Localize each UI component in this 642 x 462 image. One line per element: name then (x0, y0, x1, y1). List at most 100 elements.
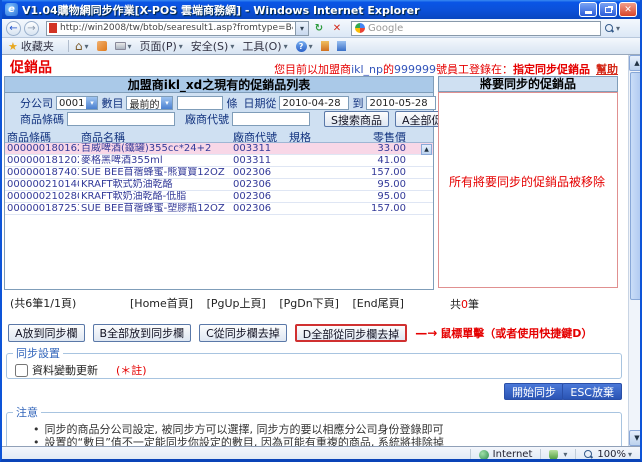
page-title: 促銷品 (10, 57, 52, 77)
address-input[interactable]: http://win2008/tw/btob/searesult1.asp?fr… (46, 21, 296, 36)
vendor-input[interactable] (232, 112, 310, 126)
count-mode-dropdown-icon[interactable]: ▾ (161, 97, 172, 109)
window-title: V1.04購物網同步作業[X-POS 雲端商務網] - Windows Inte… (22, 2, 577, 18)
count-input[interactable] (177, 96, 223, 110)
forward-button[interactable]: → (24, 21, 39, 36)
nav-home[interactable]: [Home首頁] (130, 297, 193, 310)
grid-scrollbar[interactable]: ▲ (421, 144, 432, 216)
print-dropdown-icon[interactable]: ▾ (128, 42, 132, 51)
table-row[interactable]: 0000001872531 SUE BEE苜蓿蜂蜜-塑膠瓶12OZ 002306… (5, 203, 433, 215)
sync-action-buttons: A放到同步欄 B全部放到同步欄 C從同步欄去掉 D全部從同步欄去掉 —→ 鼠標單… (8, 324, 592, 342)
cell-name: KRAFT軟式奶油乾酪 (79, 179, 231, 190)
branch-label: 分公司 (20, 95, 53, 111)
extra-tool-icon-1 (321, 41, 329, 51)
extra-tool-button-1[interactable] (321, 41, 329, 51)
search-products-button[interactable]: S搜索商品 (324, 111, 389, 127)
zoom-control[interactable]: 100% ▾ (576, 449, 640, 461)
search-input[interactable]: Google (351, 21, 601, 36)
start-sync-button[interactable]: 開始同步 (504, 383, 564, 400)
cancel-sync-button[interactable]: ESC放棄 (562, 383, 622, 400)
sync-count-value: 0 (461, 298, 468, 311)
unit-label: 條 (226, 95, 237, 111)
count-label: 數目 (101, 95, 123, 111)
address-dropdown-button[interactable]: ▾ (296, 21, 309, 36)
extra-tool-button-2[interactable] (337, 41, 346, 51)
grid-scroll-up-icon[interactable]: ▲ (421, 144, 432, 155)
notice-text: 號員工登錄在： (436, 63, 513, 76)
search-go-button[interactable]: ▾ (605, 24, 620, 33)
zoom-dropdown-icon[interactable]: ▾ (628, 450, 632, 459)
help-menu[interactable]: ? ▾ (296, 41, 313, 52)
sync-settings-legend: 同步設置 (13, 345, 63, 361)
branch-dropdown-icon[interactable]: ▾ (86, 97, 97, 109)
safety-menu[interactable]: 安全(S) ▾ (191, 38, 235, 54)
remove-from-sync-button[interactable]: C從同步欄去掉 (199, 324, 287, 342)
cell-vendor: 003311 (231, 143, 287, 154)
table-row[interactable]: 0000001874034 SUE BEE苜蓿蜂蜜-熊寶寶12OZ 002306… (5, 167, 433, 179)
notes-list: 同步的商品分公司設定, 被同步方可以選擇, 同步方的要以相應分公司身份登錄即可 … (7, 420, 621, 446)
minimize-button[interactable] (579, 2, 597, 17)
site-favicon-icon (49, 23, 57, 33)
data-update-checkbox[interactable] (15, 364, 28, 377)
page-scrollbar[interactable]: ▲ ▼ (628, 55, 642, 446)
table-row[interactable]: 0000001812028 麥格黑啤酒355ml 003311 41.00 (5, 155, 433, 167)
print-button[interactable]: ▾ (115, 42, 132, 51)
favorites-button[interactable]: ★ 收藏夹 (8, 38, 54, 54)
home-dropdown-icon[interactable]: ▾ (85, 42, 89, 51)
nav-pgdn[interactable]: [PgDn下頁] (279, 297, 339, 310)
cell-price: 157.00 (337, 167, 409, 178)
minimize-icon (585, 11, 592, 14)
favorites-label: 收藏夹 (21, 38, 54, 54)
nav-pgup[interactable]: [PgUp上頁] (207, 297, 266, 310)
cell-barcode: 0000002102809 (5, 191, 79, 202)
cell-vendor: 002306 (231, 203, 287, 214)
date-from-input[interactable] (279, 96, 349, 110)
phishing-filter[interactable]: ▾ (541, 449, 576, 461)
sync-list-box[interactable]: 所有將要同步的促銷品被移除 (438, 92, 618, 288)
scroll-up-icon[interactable]: ▲ (629, 55, 642, 71)
close-button[interactable]: ✕ (619, 2, 637, 17)
branch-select[interactable]: 0001▾ (56, 96, 98, 110)
table-row[interactable]: 0000002101402 KRAFT軟式奶油乾酪 002306 95.00 (5, 179, 433, 191)
count-mode-select[interactable]: 最前的▾ (126, 96, 173, 110)
help-icon: ? (296, 41, 307, 52)
date-to-input[interactable] (366, 96, 436, 110)
page-menu[interactable]: 页面(P) ▾ (140, 38, 183, 54)
back-button[interactable]: ← (6, 21, 21, 36)
remove-all-from-sync-button[interactable]: D全部從同步欄去掉 (295, 324, 407, 342)
nav-end[interactable]: [End尾頁] (352, 297, 404, 310)
ie-logo-icon: e (5, 3, 18, 16)
extra-tool-icon-2 (337, 41, 346, 51)
help-link[interactable]: 幫助 (596, 63, 618, 76)
table-row[interactable]: 0000002102809 KRAFT軟奶油乾酪-低脂 002306 95.00 (5, 191, 433, 203)
security-zone: Internet (471, 449, 542, 461)
internet-zone-icon (479, 450, 489, 460)
form-row-2: 商品條碼 廠商代號 S搜索商品 A全部促銷品 (17, 111, 433, 127)
add-to-sync-button[interactable]: A放到同步欄 (8, 324, 85, 342)
stop-button[interactable]: ✕ (329, 21, 345, 36)
safety-menu-dropdown-icon: ▾ (230, 42, 234, 51)
scroll-down-icon[interactable]: ▼ (629, 430, 642, 446)
home-button[interactable]: ⌂ ▾ (75, 39, 89, 53)
annotation-text: 鼠標單擊（或者使用快捷鍵D） (440, 325, 592, 341)
refresh-button[interactable]: ↻ (311, 21, 327, 36)
notice-shop-id: ikl_np (351, 63, 383, 76)
cell-spec (287, 191, 337, 202)
search-placeholder: Google (368, 23, 597, 34)
barcode-input[interactable] (67, 112, 175, 126)
filter-dropdown-icon[interactable]: ▾ (563, 450, 567, 459)
count-mode-value: 最前的 (129, 96, 159, 111)
toolbar-separator (68, 40, 69, 52)
table-row[interactable]: 0000001801624 百威啤酒(鐵罐)355cc*24+2 003311 … (5, 143, 433, 155)
branch-value: 0001 (59, 98, 84, 109)
tools-menu[interactable]: 工具(O) ▾ (242, 38, 287, 54)
cell-price: 33.00 (337, 143, 409, 154)
add-all-to-sync-button[interactable]: B全部放到同步欄 (93, 324, 192, 342)
status-bar: Internet ▾ 100% ▾ (2, 446, 640, 462)
url-text[interactable]: http://win2008/tw/btob/searesult1.asp?fr… (60, 23, 293, 33)
search-dropdown-icon[interactable]: ▾ (616, 24, 620, 33)
sync-settings-group: 同步設置 資料變動更新 (＊註) (6, 345, 622, 379)
scrollbar-thumb[interactable] (630, 72, 642, 300)
feed-button[interactable] (97, 41, 107, 51)
restore-button[interactable] (599, 2, 617, 17)
